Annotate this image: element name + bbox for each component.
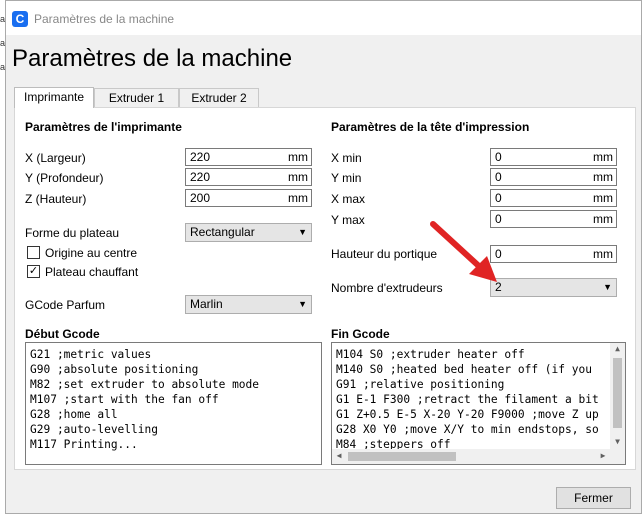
- gantry-height-unit: mm: [593, 247, 613, 261]
- end-gcode-line: G28 X0 Y0 ;move X/Y to min endstops, so: [336, 423, 599, 436]
- heated-bed-checkbox[interactable]: ✓: [27, 265, 40, 278]
- chevron-down-icon: ▼: [298, 227, 307, 237]
- scroll-up-icon[interactable]: ▲: [610, 344, 625, 353]
- ymin-unit: mm: [593, 170, 613, 184]
- xmax-value: 0: [495, 191, 502, 205]
- xmax-label: X max: [331, 192, 366, 206]
- origin-center-checkbox[interactable]: [27, 246, 40, 259]
- gcode-flavor-label: GCode Parfum: [25, 298, 106, 312]
- ymax-unit: mm: [593, 212, 613, 226]
- vertical-scroll-thumb[interactable]: [613, 358, 622, 428]
- y-depth-value: 220: [190, 170, 211, 184]
- end-gcode-line: G1 Z+0.5 E-5 X-20 Y-20 F9000 ;move Z up: [336, 408, 599, 421]
- scrollbar-corner: [610, 449, 625, 464]
- page-title: Paramètres de la machine: [12, 45, 293, 72]
- start-gcode-line: M107 ;start with the fan off: [30, 393, 219, 406]
- extruder-count-select[interactable]: 2 ▼: [490, 278, 617, 297]
- z-height-unit: mm: [288, 191, 308, 205]
- start-gcode-title: Début Gcode: [25, 327, 100, 341]
- start-gcode-line: M117 Printing...: [30, 438, 138, 451]
- head-settings-title: Paramètres de la tête d'impression: [331, 120, 530, 134]
- title-bar: C Paramètres de la machine: [6, 1, 641, 35]
- y-depth-label: Y (Profondeur): [25, 171, 104, 185]
- end-gcode-line: G91 ;relative positioning: [336, 378, 505, 391]
- scroll-down-icon[interactable]: ▼: [610, 437, 625, 446]
- start-gcode-line: G21 ;metric values: [30, 348, 152, 361]
- checkmark-icon: ✓: [28, 265, 39, 277]
- xmin-field[interactable]: 0 mm: [490, 148, 617, 166]
- end-gcode-editor[interactable]: M104 S0 ;extruder heater off M140 S0 ;he…: [331, 342, 626, 465]
- origin-center-label: Origine au centre: [45, 246, 138, 260]
- ymax-field[interactable]: 0 mm: [490, 210, 617, 228]
- xmin-label: X min: [331, 151, 362, 165]
- close-button[interactable]: Fermer: [556, 487, 631, 509]
- x-width-field[interactable]: 220 mm: [185, 148, 312, 166]
- ymin-value: 0: [495, 170, 502, 184]
- x-width-label: X (Largeur): [25, 151, 86, 165]
- bed-shape-value: Rectangular: [190, 225, 255, 239]
- window-title: Paramètres de la machine: [34, 12, 175, 26]
- gantry-height-field[interactable]: 0 mm: [490, 245, 617, 263]
- start-gcode-editor[interactable]: G21 ;metric values G90 ;absolute positio…: [25, 342, 322, 465]
- z-height-field[interactable]: 200 mm: [185, 189, 312, 207]
- y-depth-unit: mm: [288, 170, 308, 184]
- end-gcode-title: Fin Gcode: [331, 327, 390, 341]
- gcode-flavor-select[interactable]: Marlin ▼: [185, 295, 312, 314]
- end-gcode-line: G1 E-1 F300 ;retract the filament a bit: [336, 393, 599, 406]
- start-gcode-line: M82 ;set extruder to absolute mode: [30, 378, 260, 391]
- chevron-down-icon: ▼: [298, 299, 307, 309]
- ymin-field[interactable]: 0 mm: [490, 168, 617, 186]
- end-gcode-line: M104 S0 ;extruder heater off: [336, 348, 525, 361]
- ymin-label: Y min: [331, 171, 362, 185]
- annotation-arrow: [430, 221, 497, 282]
- tab-extruder-2[interactable]: Extruder 2: [179, 88, 259, 108]
- annotation-arrow-shaft: [430, 221, 484, 271]
- scroll-right-icon[interactable]: ▶: [598, 451, 608, 460]
- start-gcode-line: G29 ;auto-levelling: [30, 423, 158, 436]
- end-gcode-vertical-scrollbar[interactable]: ▲ ▼: [610, 343, 625, 449]
- tab-extruder-1[interactable]: Extruder 1: [94, 88, 179, 108]
- xmin-value: 0: [495, 150, 502, 164]
- scroll-left-icon[interactable]: ◀: [334, 451, 344, 460]
- bed-shape-label: Forme du plateau: [25, 226, 120, 240]
- horizontal-scroll-thumb[interactable]: [348, 452, 456, 461]
- z-height-value: 200: [190, 191, 211, 205]
- x-width-value: 220: [190, 150, 211, 164]
- tab-content-panel: Paramètres de l'imprimante X (Largeur) 2…: [14, 107, 636, 470]
- cura-app-icon: C: [12, 11, 28, 27]
- end-gcode-line: M140 S0 ;heated bed heater off (if you: [336, 363, 592, 376]
- heated-bed-label: Plateau chauffant: [45, 265, 139, 279]
- ymax-label: Y max: [331, 213, 365, 227]
- end-gcode-horizontal-scrollbar[interactable]: ◀ ▶: [332, 449, 610, 464]
- start-gcode-line: G90 ;absolute positioning: [30, 363, 199, 376]
- bed-shape-select[interactable]: Rectangular ▼: [185, 223, 312, 242]
- tab-imprimante[interactable]: Imprimante: [14, 87, 94, 108]
- gcode-flavor-value: Marlin: [190, 297, 223, 311]
- machine-settings-dialog: C Paramètres de la machine Paramètres de…: [5, 0, 642, 514]
- chevron-down-icon: ▼: [603, 282, 612, 292]
- start-gcode-line: G28 ;home all: [30, 408, 118, 421]
- z-height-label: Z (Hauteur): [25, 192, 87, 206]
- xmin-unit: mm: [593, 150, 613, 164]
- xmax-field[interactable]: 0 mm: [490, 189, 617, 207]
- y-depth-field[interactable]: 220 mm: [185, 168, 312, 186]
- xmax-unit: mm: [593, 191, 613, 205]
- printer-settings-title: Paramètres de l'imprimante: [25, 120, 182, 134]
- x-width-unit: mm: [288, 150, 308, 164]
